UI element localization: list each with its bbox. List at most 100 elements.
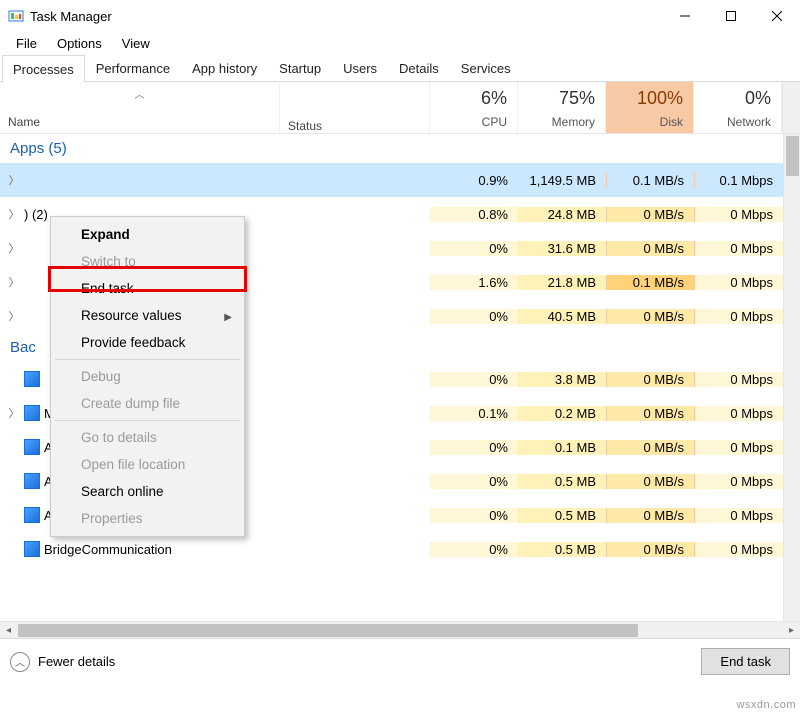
expand-chevron-icon[interactable]: 〉	[8, 405, 20, 421]
expand-chevron-icon[interactable]: 〉	[8, 240, 20, 256]
tab-users[interactable]: Users	[332, 54, 388, 81]
sort-indicator-icon: ︿	[135, 86, 145, 101]
context-menu-item: Go to details	[53, 424, 242, 451]
disk-value: 0 MB/s	[606, 241, 695, 256]
disk-value: 0 MB/s	[606, 542, 695, 557]
context-menu-item[interactable]: End task	[53, 275, 242, 302]
column-network[interactable]: 0% Network	[694, 82, 782, 133]
process-name: ) (2)	[24, 207, 48, 222]
menu-file[interactable]: File	[6, 34, 47, 53]
context-menu-separator	[55, 420, 240, 421]
watermark: wsxdn.com	[736, 699, 796, 711]
disk-value: 0 MB/s	[606, 372, 695, 387]
memory-value: 24.8 MB	[518, 207, 606, 222]
memory-value: 0.2 MB	[518, 406, 606, 421]
tab-details[interactable]: Details	[388, 54, 450, 81]
column-name[interactable]: ︿ Name	[0, 82, 280, 133]
submenu-arrow-icon: ▶	[224, 309, 232, 326]
memory-value: 21.8 MB	[518, 275, 606, 290]
cpu-value: 0%	[430, 309, 518, 324]
cpu-value: 0%	[430, 440, 518, 455]
menu-options[interactable]: Options	[47, 34, 112, 53]
network-value: 0 Mbps	[695, 207, 783, 222]
cpu-value: 0%	[430, 372, 518, 387]
memory-value: 40.5 MB	[518, 309, 606, 324]
process-name: BridgeCommunication	[44, 542, 172, 557]
disk-value: 0 MB/s	[606, 508, 695, 523]
table-row[interactable]: 〉0.9%1,149.5 MB0.1 MB/s0.1 Mbps	[0, 163, 800, 197]
tab-services[interactable]: Services	[450, 54, 522, 81]
tab-performance[interactable]: Performance	[85, 54, 181, 81]
process-icon	[24, 541, 40, 557]
window-title: Task Manager	[30, 9, 112, 24]
minimize-button[interactable]	[662, 0, 708, 32]
tab-processes[interactable]: Processes	[2, 55, 85, 82]
disk-value: 0 MB/s	[606, 474, 695, 489]
context-menu-item[interactable]: Resource values▶	[53, 302, 242, 329]
cpu-value: 0.8%	[430, 207, 518, 222]
process-icon	[24, 507, 40, 523]
hscroll-right-icon[interactable]: ▸	[783, 625, 800, 636]
network-value: 0 Mbps	[695, 309, 783, 324]
network-value: 0 Mbps	[695, 508, 783, 523]
hscroll-left-icon[interactable]: ◂	[0, 625, 17, 636]
process-icon	[24, 371, 40, 387]
memory-value: 3.8 MB	[518, 372, 606, 387]
memory-value: 0.5 MB	[518, 542, 606, 557]
maximize-button[interactable]	[708, 0, 754, 32]
column-disk[interactable]: 100% Disk	[606, 82, 694, 133]
memory-value: 31.6 MB	[518, 241, 606, 256]
context-menu-item: Switch to	[53, 248, 242, 275]
disk-value: 0.1 MB/s	[606, 275, 695, 290]
fewer-details-toggle[interactable]: ︿ Fewer details	[10, 652, 115, 672]
expand-chevron-icon[interactable]: 〉	[8, 172, 20, 188]
context-menu-item[interactable]: Provide feedback	[53, 329, 242, 356]
table-row[interactable]: BridgeCommunication0%0.5 MB0 MB/s0 Mbps	[0, 532, 800, 566]
context-menu-item: Open file location	[53, 451, 242, 478]
cpu-value: 0.9%	[430, 173, 518, 188]
section-header-apps: Apps (5)	[0, 134, 800, 163]
network-value: 0 Mbps	[695, 542, 783, 557]
column-memory[interactable]: 75% Memory	[518, 82, 606, 133]
network-value: 0 Mbps	[695, 241, 783, 256]
context-menu-item[interactable]: Expand	[53, 221, 242, 248]
memory-value: 0.5 MB	[518, 508, 606, 523]
end-task-button[interactable]: End task	[701, 648, 790, 675]
column-cpu[interactable]: 6% CPU	[430, 82, 518, 133]
cpu-value: 0%	[430, 508, 518, 523]
close-button[interactable]	[754, 0, 800, 32]
context-menu-item: Properties	[53, 505, 242, 532]
disk-value: 0 MB/s	[606, 440, 695, 455]
tab-app-history[interactable]: App history	[181, 54, 268, 81]
network-value: 0 Mbps	[695, 474, 783, 489]
disk-value: 0.1 MB/s	[606, 173, 695, 188]
network-value: 0 Mbps	[695, 406, 783, 421]
vertical-scrollbar[interactable]	[783, 134, 800, 638]
menu-view[interactable]: View	[112, 34, 160, 53]
expand-chevron-icon[interactable]: 〉	[8, 308, 20, 324]
cpu-value: 0%	[430, 474, 518, 489]
context-menu-item: Create dump file	[53, 390, 242, 417]
network-value: 0 Mbps	[695, 372, 783, 387]
title-bar: Task Manager	[0, 0, 800, 32]
vertical-scrollbar-thumb[interactable]	[786, 136, 799, 176]
expand-chevron-icon[interactable]: 〉	[8, 206, 20, 222]
column-status[interactable]: Status	[280, 82, 430, 133]
memory-value: 0.5 MB	[518, 474, 606, 489]
cpu-value: 0%	[430, 241, 518, 256]
network-value: 0.1 Mbps	[695, 173, 783, 188]
tab-startup[interactable]: Startup	[268, 54, 332, 81]
process-icon	[24, 405, 40, 421]
chevron-up-icon: ︿	[10, 652, 30, 672]
scrollbar-header-gap	[782, 82, 800, 133]
disk-value: 0 MB/s	[606, 309, 695, 324]
context-menu: ExpandSwitch toEnd taskResource values▶P…	[50, 216, 245, 537]
horizontal-scrollbar[interactable]: ◂ ▸	[0, 621, 800, 638]
disk-value: 0 MB/s	[606, 207, 695, 222]
network-value: 0 Mbps	[695, 275, 783, 290]
expand-chevron-icon[interactable]: 〉	[8, 274, 20, 290]
footer-bar: ︿ Fewer details End task	[0, 638, 800, 684]
memory-value: 0.1 MB	[518, 440, 606, 455]
horizontal-scrollbar-thumb[interactable]	[18, 624, 638, 637]
context-menu-item[interactable]: Search online	[53, 478, 242, 505]
